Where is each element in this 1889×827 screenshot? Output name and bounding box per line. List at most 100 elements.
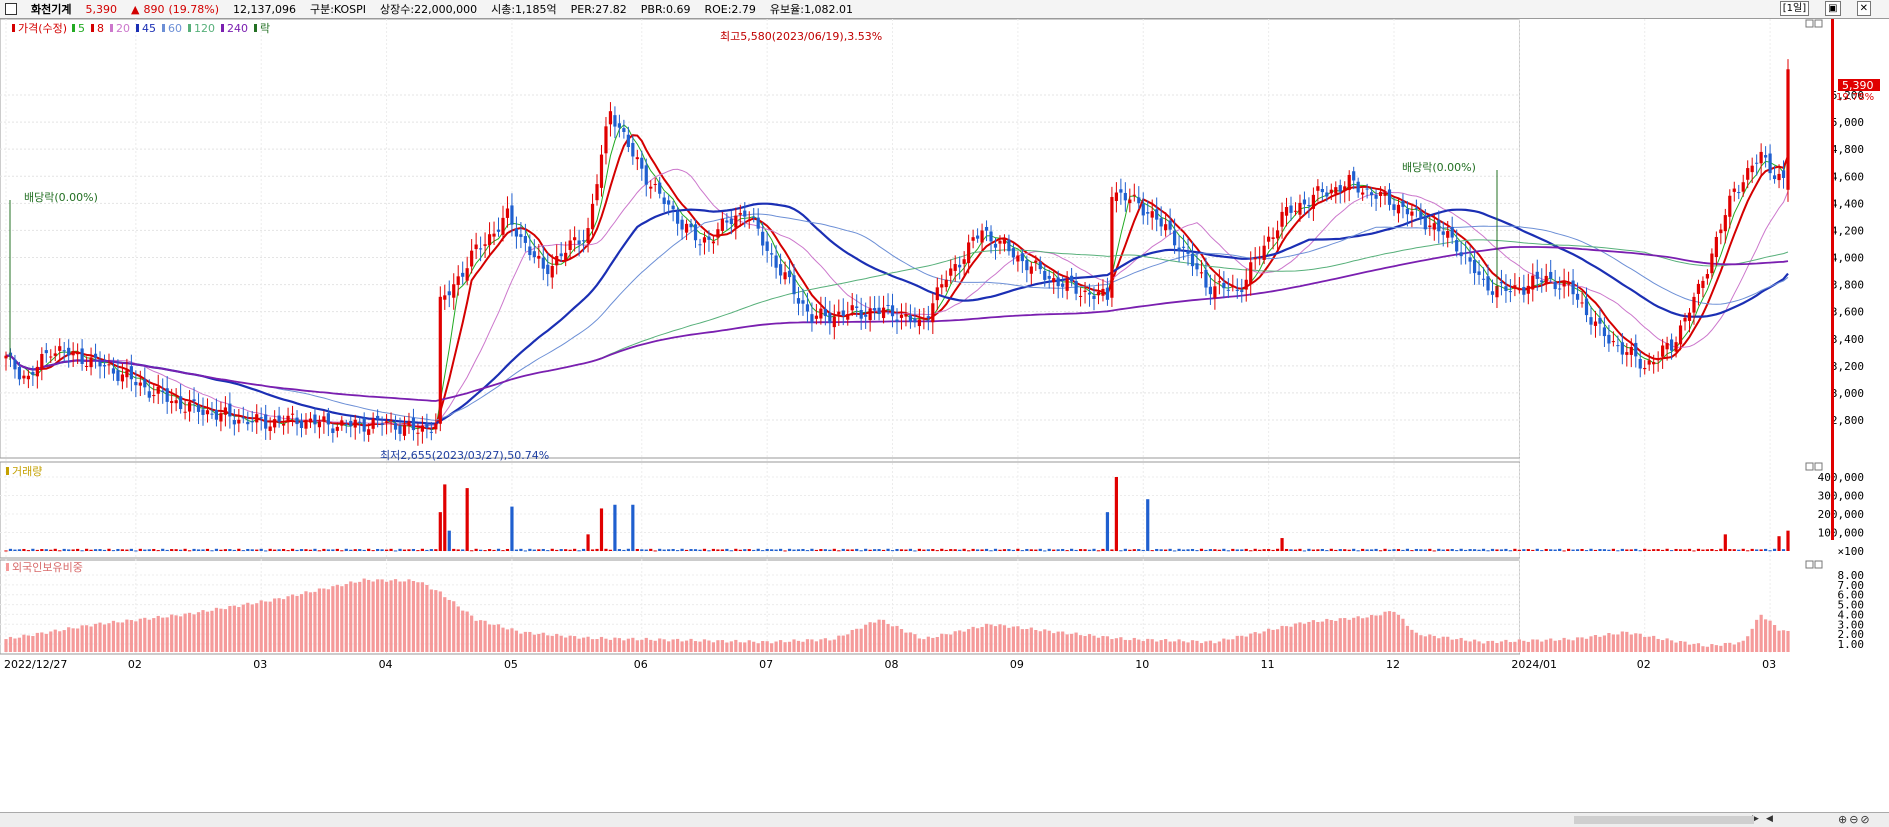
candle [102, 365, 107, 367]
volume-bar [1750, 548, 1754, 551]
close-icon[interactable]: ✕ [1856, 1, 1871, 16]
candle [819, 308, 823, 319]
foreign-ratio-bar [568, 635, 572, 652]
volume-bar [335, 548, 339, 551]
foreign-ratio-bar [237, 607, 241, 652]
foreign-ratio-bar [514, 630, 519, 652]
candle [1625, 352, 1629, 355]
candle [877, 307, 881, 314]
foreign-panel-title: 외국인보유비중 [12, 561, 83, 574]
foreign-ratio-bar [147, 619, 151, 652]
foreign-ratio-bar [1204, 641, 1208, 652]
foreign-ratio-bar [1759, 614, 1763, 652]
candle [837, 311, 841, 315]
foreign-ratio-bar [1262, 631, 1266, 652]
volume-bar [1262, 549, 1266, 551]
zoom-icon[interactable]: ⊕⊖⊘ [1838, 813, 1872, 826]
volume-bar [353, 549, 357, 551]
volume-bar [147, 549, 151, 551]
select-checkbox[interactable] [5, 3, 17, 15]
candle [273, 419, 277, 428]
candle [1455, 239, 1459, 252]
foreign-ratio-bar [1728, 642, 1732, 652]
volume-bar [107, 548, 111, 551]
price-tick-label: 3,400 [1831, 333, 1864, 346]
candle [1096, 292, 1101, 296]
candle [971, 237, 975, 241]
foreign-ratio-bar [796, 640, 801, 652]
restore-icon[interactable]: ▣ [1825, 1, 1841, 16]
candle [1087, 292, 1092, 295]
foreign-ratio-bar [179, 616, 183, 652]
foreign-ratio-bar [1374, 615, 1378, 652]
volume-bar [1423, 549, 1427, 551]
volume-bar [1634, 548, 1638, 551]
foreign-ratio-bar [1508, 642, 1513, 652]
foreign-ratio-bar [1571, 640, 1575, 652]
foreign-ratio-bar [1293, 623, 1298, 652]
candle [998, 240, 1002, 244]
foreign-ratio-bar [967, 629, 971, 652]
candle [1190, 253, 1195, 267]
foreign-ratio-bar [523, 631, 527, 652]
volume-bar [765, 548, 769, 551]
candle [1249, 262, 1253, 284]
volume-bar [635, 548, 639, 551]
volume-bar [232, 549, 236, 551]
candle [35, 366, 39, 377]
volume-bar [367, 548, 371, 551]
volume-bar [322, 548, 326, 551]
volume-bar [984, 548, 989, 551]
volume-bar [1571, 549, 1575, 551]
foreign-ratio-bar [1625, 631, 1629, 652]
foreign-ratio-bar [868, 622, 872, 652]
foreign-ratio-bar [904, 632, 908, 652]
foreign-ratio-bar [1719, 645, 1723, 652]
foreign-ratio-bar [980, 626, 984, 652]
candle [747, 220, 751, 222]
foreign-ratio-bar [1087, 634, 1092, 652]
candle [179, 396, 183, 410]
candle [935, 287, 939, 301]
foreign-ratio-bar [250, 604, 254, 652]
volume-bar [1446, 549, 1450, 551]
stock-chart[interactable]: 2,800 3,000 3,200 3,400 3,600 3,800 4,000 4,200… [0, 19, 1889, 812]
period-button[interactable]: [1일] [1779, 1, 1810, 16]
candle [219, 413, 223, 422]
scrollbar-thumb[interactable] [1574, 816, 1754, 824]
candle [1656, 358, 1660, 361]
candle [1620, 342, 1624, 355]
volume-bar [1177, 548, 1181, 551]
volume-bar [1078, 549, 1083, 551]
candle [581, 240, 586, 242]
candle [255, 414, 259, 423]
foreign-ratio-bar [1567, 639, 1571, 652]
foreign-ratio-bar [1325, 618, 1329, 652]
candle [1164, 224, 1168, 231]
candle [393, 423, 398, 430]
foreign-ratio-bar [358, 581, 362, 652]
bottom-scrollbar[interactable]: ▶ ◀ ⊕⊖⊘ [0, 812, 1889, 827]
volume-bar [1549, 549, 1553, 551]
volume-bar [559, 549, 563, 551]
scroll-left-arrow-icon[interactable]: ◀ [1766, 814, 1773, 824]
candle [317, 421, 322, 428]
candle [1271, 237, 1275, 239]
foreign-ratio-bar [702, 639, 707, 652]
volume-bar [564, 549, 568, 551]
volume-bar [644, 549, 648, 551]
foreign-ratio-bar [1043, 629, 1047, 652]
foreign-ratio-bar [1172, 641, 1177, 652]
candle [707, 236, 711, 240]
candle [1705, 274, 1710, 279]
foreign-ratio-bar [1701, 646, 1705, 652]
foreign-ratio-bar [156, 615, 160, 652]
candle [1504, 286, 1508, 292]
candle [1334, 187, 1338, 194]
legend-swatch [91, 24, 94, 32]
candle [1781, 170, 1786, 178]
foreign-ratio-bar [214, 607, 219, 652]
candle [1768, 153, 1772, 174]
foreign-ratio-bar [1652, 635, 1656, 652]
candle [608, 111, 613, 125]
